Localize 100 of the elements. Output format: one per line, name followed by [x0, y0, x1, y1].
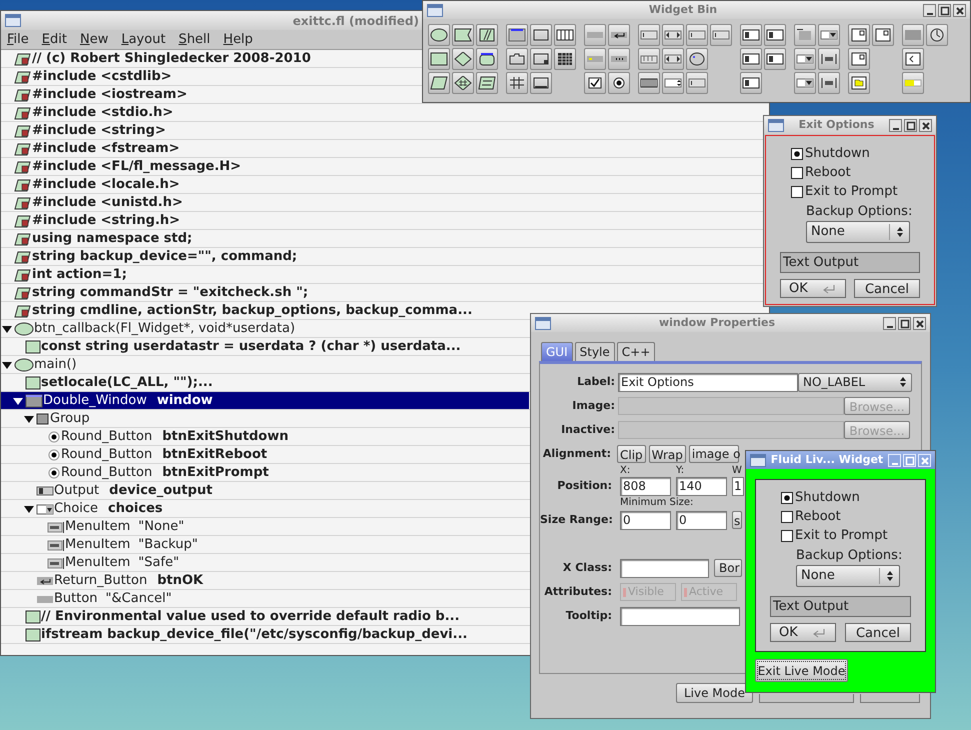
widget-tool-button[interactable]	[452, 72, 474, 94]
minimize-icon[interactable]	[889, 118, 902, 132]
widget-tool-button[interactable]	[476, 48, 498, 70]
widget-tool-button[interactable]	[872, 24, 894, 46]
tree-row[interactable]: MenuItem "Backup"	[1, 536, 200, 553]
checkbox[interactable]	[791, 148, 803, 160]
widget-tool-button[interactable]	[452, 48, 474, 70]
tree-row[interactable]: // Environmental value used to override default radio b...	[1, 608, 462, 625]
widget-tool-button[interactable]	[740, 72, 762, 94]
checkbox[interactable]	[791, 186, 803, 198]
widget-tool-button[interactable]	[848, 24, 870, 46]
y-input[interactable]: 140	[676, 476, 727, 496]
window-icon[interactable]	[750, 454, 766, 466]
window-icon[interactable]	[427, 4, 443, 16]
tree-row[interactable]: setlocale(LC_ALL, "");...	[1, 374, 215, 391]
tree-row[interactable]: MenuItem "Safe"	[1, 554, 182, 571]
tree-row[interactable]: using namespace std;	[1, 230, 194, 247]
widget-tool-button[interactable]	[848, 48, 870, 70]
image-alignment-choice[interactable]: image o	[688, 445, 739, 463]
widget-tool-button[interactable]	[848, 72, 870, 94]
cancel-button[interactable]: Cancel	[845, 623, 911, 642]
widget-tool-button[interactable]	[428, 48, 450, 70]
ok-button[interactable]: OK	[780, 279, 846, 298]
widget-tool-button[interactable]	[794, 48, 816, 70]
widget-tool-button[interactable]	[818, 24, 840, 46]
widget-tool-button[interactable]	[926, 24, 948, 46]
minimize-icon[interactable]	[883, 316, 896, 330]
tree-row[interactable]: Button "&Cancel"	[1, 590, 174, 607]
tree-row[interactable]: #include <cstdlib>	[1, 68, 174, 85]
backup-choice[interactable]: None	[796, 565, 900, 587]
widget-tool-button[interactable]	[662, 24, 684, 46]
image-input[interactable]	[618, 397, 844, 415]
live-mode-button[interactable]: Live Mode	[676, 683, 753, 703]
close-button[interactable]	[860, 694, 920, 703]
widget-tool-button[interactable]	[794, 72, 816, 94]
label-type-choice[interactable]: NO_LABEL	[798, 372, 912, 392]
menu-item[interactable]: File	[7, 30, 29, 48]
menu-item[interactable]: Help	[223, 30, 253, 48]
tree-row[interactable]: Round_Button btnExitReboot	[1, 446, 270, 463]
x-input[interactable]: 808	[620, 476, 671, 496]
minimize-icon[interactable]	[923, 4, 936, 16]
window-icon[interactable]	[5, 14, 21, 27]
tooltip-input[interactable]	[620, 606, 740, 626]
checkbox[interactable]	[781, 511, 793, 523]
tree-row[interactable]: #include <string.h>	[1, 212, 182, 229]
tree-row[interactable]: main()	[1, 356, 79, 373]
tab[interactable]: C++	[616, 342, 656, 361]
close-icon[interactable]	[953, 4, 966, 16]
exit-live-mode-button[interactable]: Exit Live Mode	[755, 659, 848, 682]
tree-row[interactable]: // (c) Robert Shingledecker 2008-2010	[1, 50, 313, 67]
widget-tool-button[interactable]	[476, 72, 498, 94]
widget-tool-button[interactable]	[530, 48, 552, 70]
backup-choice[interactable]: None	[806, 221, 910, 243]
label-input[interactable]: Exit Options	[618, 372, 798, 392]
widget-tool-button[interactable]	[818, 72, 840, 94]
tree-row[interactable]: MenuItem "None"	[1, 518, 186, 535]
tree-row[interactable]: #include <fstream>	[1, 140, 182, 157]
widget-tool-button[interactable]	[554, 24, 576, 46]
widget-tool-button[interactable]	[764, 24, 786, 46]
min-width-input[interactable]: 0	[620, 510, 671, 530]
tab[interactable]: Style	[574, 342, 615, 361]
expanded-triangle-icon[interactable]	[2, 360, 12, 370]
maximize-icon[interactable]	[904, 118, 917, 132]
wrap-button[interactable]: Wrap	[648, 445, 686, 463]
window-icon[interactable]	[768, 118, 784, 132]
tree-row[interactable]: const string userdatastr = userdata ? (char *) userdata...	[1, 338, 463, 355]
close-icon[interactable]	[913, 316, 926, 330]
checkbox[interactable]	[781, 530, 793, 542]
widget-tool-button[interactable]	[764, 48, 786, 70]
widget-tool-button[interactable]	[686, 48, 708, 70]
tree-row[interactable]: string commandStr = "exitcheck.sh ";	[1, 284, 310, 301]
tree-row[interactable]: int action=1;	[1, 266, 129, 283]
tree-row[interactable]: #include <string>	[1, 122, 168, 139]
widget-tool-button[interactable]	[584, 72, 606, 94]
widget-tool-button[interactable]	[530, 72, 552, 94]
tree-row[interactable]: #include <unistd.h>	[1, 194, 185, 211]
tree-row[interactable]: Round_Button btnExitPrompt	[1, 464, 271, 481]
tree-row[interactable]: #include <FL/fl_message.H>	[1, 158, 244, 175]
expanded-triangle-icon[interactable]	[2, 324, 12, 334]
border-button[interactable]: Bor	[714, 559, 742, 577]
cancel-button[interactable]: Cancel	[854, 279, 920, 298]
widget-tool-button[interactable]	[506, 72, 528, 94]
width-input[interactable]: 1	[732, 476, 744, 496]
menu-item[interactable]: Layout	[121, 30, 166, 48]
tree-row[interactable]: Return_Button btnOK	[1, 572, 206, 589]
widget-tool-button[interactable]	[740, 24, 762, 46]
widget-tool-button[interactable]	[818, 48, 840, 70]
x-class-input[interactable]	[620, 558, 709, 578]
widget-tool-button[interactable]	[740, 48, 762, 70]
min-height-input[interactable]: 0	[676, 510, 727, 530]
tree-row[interactable]: Group	[1, 410, 92, 427]
maximize-icon[interactable]	[898, 316, 911, 330]
ok-button[interactable]: OK	[770, 623, 836, 642]
maximize-icon[interactable]	[938, 4, 951, 16]
close-icon[interactable]	[919, 118, 932, 132]
checkbox[interactable]	[791, 167, 803, 179]
tree-row[interactable]: Double_Window window	[1, 392, 529, 409]
tree-row[interactable]: Output device_output	[1, 482, 214, 499]
window-icon[interactable]	[535, 316, 551, 330]
tree-row[interactable]: ifstream backup_device_file("/etc/sysconfig/backup_devi...	[1, 626, 470, 643]
